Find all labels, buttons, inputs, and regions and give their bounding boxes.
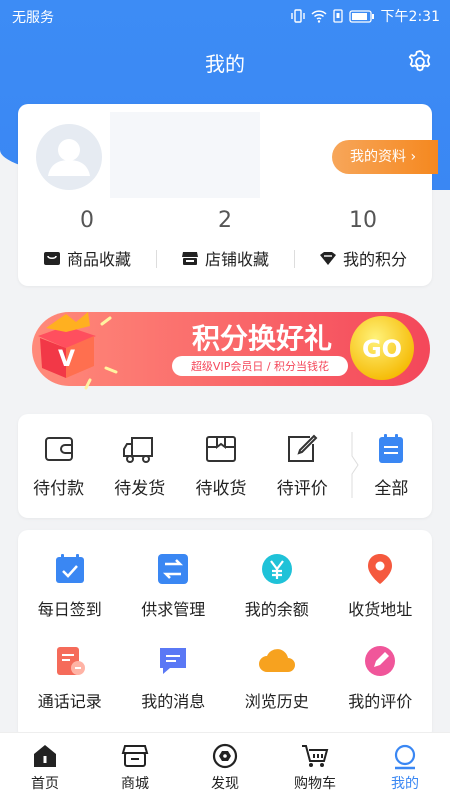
order-label: 待发货	[114, 479, 166, 499]
order-status-row: 待付款 待发货 待收货 待评价 全部	[18, 432, 432, 499]
tool-label: 浏览历史	[244, 692, 309, 711]
stat-label: 店铺收藏	[204, 250, 269, 269]
call-log-icon	[56, 647, 85, 675]
profile-card: 我的资料 › 0 商品收藏 2 店铺收藏 10 我的积分	[18, 104, 438, 286]
package-icon	[206, 436, 236, 462]
tab-mine[interactable]: 我的	[360, 733, 450, 800]
gear-icon[interactable]	[406, 48, 434, 76]
order-label: 待收货	[195, 479, 247, 499]
banner-title: 积分换好礼	[192, 322, 332, 355]
order-label: 待付款	[33, 479, 85, 499]
pen-icon	[365, 646, 396, 676]
battery-icon	[348, 9, 374, 23]
tab-label: 我的	[391, 776, 419, 792]
wallet-icon	[44, 437, 73, 461]
edit-icon	[288, 434, 318, 462]
store-icon	[121, 745, 149, 767]
order-label: 待评价	[276, 479, 328, 499]
order-all[interactable]: 全部	[351, 432, 432, 499]
order-pending-receipt[interactable]: 待收货	[180, 432, 261, 499]
carrier-text: 无服务	[12, 10, 54, 26]
order-pending-shipment[interactable]: 待发货	[99, 432, 180, 499]
tab-home[interactable]: 首页	[0, 733, 90, 800]
yen-icon	[261, 554, 292, 584]
my-info-button[interactable]: 我的资料 ›	[332, 140, 438, 174]
tools-grid: 每日签到 供求管理 我的余额 收货地址 通话记录 我的消息 浏览历史 我的评价	[18, 552, 432, 736]
user-icon	[394, 744, 416, 770]
stat-favorite-shops[interactable]: 2 店铺收藏	[156, 208, 294, 270]
go-label: GO	[362, 335, 402, 363]
status-time: 下午2:31	[380, 9, 440, 25]
stat-points[interactable]: 10 我的积分	[294, 208, 432, 270]
username-area	[110, 112, 260, 198]
banner-subtitle: 超级VIP会员日 / 积分当钱花	[191, 359, 329, 373]
tool-address[interactable]: 收货地址	[329, 552, 433, 644]
tool-browse-history[interactable]: 浏览历史	[225, 644, 329, 736]
message-icon	[160, 648, 187, 674]
tool-call-log[interactable]: 通话记录	[18, 644, 122, 736]
calendar-list-icon	[379, 434, 404, 463]
orders-card: 待付款 待发货 待收货 待评价 全部	[18, 414, 432, 518]
sim-icon	[332, 9, 343, 23]
tool-label: 我的评价	[348, 692, 413, 711]
stat-value: 10	[349, 208, 377, 233]
tool-daily-checkin[interactable]: 每日签到	[18, 552, 122, 644]
stat-value: 0	[80, 208, 94, 233]
tool-label: 供求管理	[141, 600, 206, 619]
orders-divider	[351, 432, 359, 498]
stat-label-row: 我的积分	[294, 246, 432, 270]
order-pending-payment[interactable]: 待付款	[18, 432, 99, 499]
cloud-icon	[258, 649, 295, 672]
tab-label: 商城	[121, 776, 149, 792]
tab-label: 首页	[31, 776, 59, 792]
cart-icon	[302, 745, 329, 767]
tool-label: 我的余额	[244, 600, 309, 619]
tab-cart[interactable]: 购物车	[270, 733, 360, 800]
bag-icon	[43, 252, 60, 265]
exchange-icon	[158, 554, 189, 584]
stat-label-row: 店铺收藏	[156, 246, 294, 270]
tool-label: 每日签到	[37, 600, 102, 619]
app-root: 无服务 下午2:31 我的 我的资料 › 0 商品收藏 2 店铺收藏 10 我的…	[0, 0, 450, 800]
shop-icon	[181, 252, 198, 265]
tool-label: 收货地址	[348, 600, 413, 619]
status-bar: 无服务 下午2:31	[0, 0, 450, 32]
bottom-tab-bar: 首页 商城 发现 购物车 我的	[0, 732, 450, 800]
diamond-icon	[319, 252, 336, 265]
points-banner[interactable]: V 积分换好礼 超级VIP会员日 / 积分当钱花 GO	[26, 304, 432, 394]
tool-supply-demand[interactable]: 供求管理	[122, 552, 226, 644]
tool-label: 我的消息	[141, 692, 206, 711]
truck-icon	[122, 437, 153, 463]
stat-label: 我的积分	[342, 250, 407, 269]
tab-store[interactable]: 商城	[90, 733, 180, 800]
tab-label: 购物车	[294, 776, 336, 792]
title-bar: 我的	[0, 40, 450, 84]
tool-my-balance[interactable]: 我的余额	[225, 552, 329, 644]
vibrate-icon	[290, 9, 305, 23]
order-pending-review[interactable]: 待评价	[262, 432, 343, 499]
avatar-placeholder-icon	[48, 139, 90, 176]
stats-row: 0 商品收藏 2 店铺收藏 10 我的积分	[18, 208, 432, 270]
tools-card: 每日签到 供求管理 我的余额 收货地址 通话记录 我的消息 浏览历史 我的评价	[18, 530, 432, 740]
order-label: 全部	[374, 479, 409, 499]
stat-label: 商品收藏	[66, 250, 131, 269]
stat-label-row: 商品收藏	[18, 246, 156, 270]
avatar[interactable]	[36, 124, 102, 190]
calendar-check-icon	[55, 554, 84, 583]
tool-my-reviews[interactable]: 我的评价	[329, 644, 433, 736]
status-icons: 下午2:31	[290, 6, 440, 26]
compass-icon	[212, 743, 238, 769]
home-icon	[34, 745, 56, 767]
tool-label: 通话记录	[37, 692, 102, 711]
banner-badge: V	[58, 347, 75, 372]
location-icon	[368, 554, 393, 584]
tool-my-messages[interactable]: 我的消息	[122, 644, 226, 736]
stat-value: 2	[218, 208, 232, 233]
page-title: 我的	[205, 52, 245, 76]
wifi-icon	[311, 10, 327, 23]
tab-discover[interactable]: 发现	[180, 733, 270, 800]
tab-label: 发现	[211, 776, 239, 792]
stat-favorite-goods[interactable]: 0 商品收藏	[18, 208, 156, 270]
